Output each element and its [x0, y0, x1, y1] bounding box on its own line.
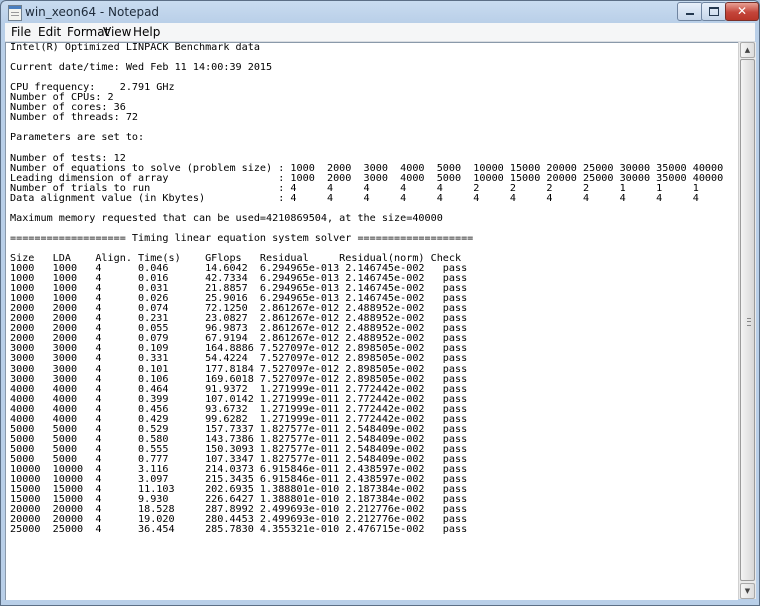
close-icon: ✕: [736, 4, 748, 18]
document-text[interactable]: Intel(R) Optimized LINPACK Benchmark dat…: [6, 43, 738, 535]
grip-icon: [747, 318, 751, 326]
title-bar[interactable]: win_xeon64 - Notepad ✕: [1, 1, 759, 23]
menu-view[interactable]: View: [103, 25, 131, 39]
minimize-icon: [686, 13, 694, 15]
close-button[interactable]: ✕: [725, 2, 759, 21]
maximize-icon: [709, 7, 719, 16]
vertical-scrollbar[interactable]: ▲ ▼: [738, 42, 756, 599]
menu-edit[interactable]: Edit: [38, 25, 61, 39]
menu-bar: File Edit Format View Help: [5, 23, 755, 42]
scroll-down-arrow-icon[interactable]: ▼: [740, 583, 755, 599]
menu-file[interactable]: File: [11, 25, 31, 39]
notepad-window: win_xeon64 - Notepad ✕ File Edit Format …: [0, 0, 760, 606]
text-editor-area[interactable]: Intel(R) Optimized LINPACK Benchmark dat…: [5, 42, 738, 600]
window-title: win_xeon64 - Notepad: [25, 5, 160, 19]
minimize-button[interactable]: [677, 2, 703, 21]
notepad-icon: [8, 5, 22, 21]
maximize-button[interactable]: [701, 2, 727, 21]
menu-help[interactable]: Help: [133, 25, 160, 39]
scroll-up-arrow-icon[interactable]: ▲: [740, 42, 755, 58]
scrollbar-thumb[interactable]: [740, 59, 755, 581]
